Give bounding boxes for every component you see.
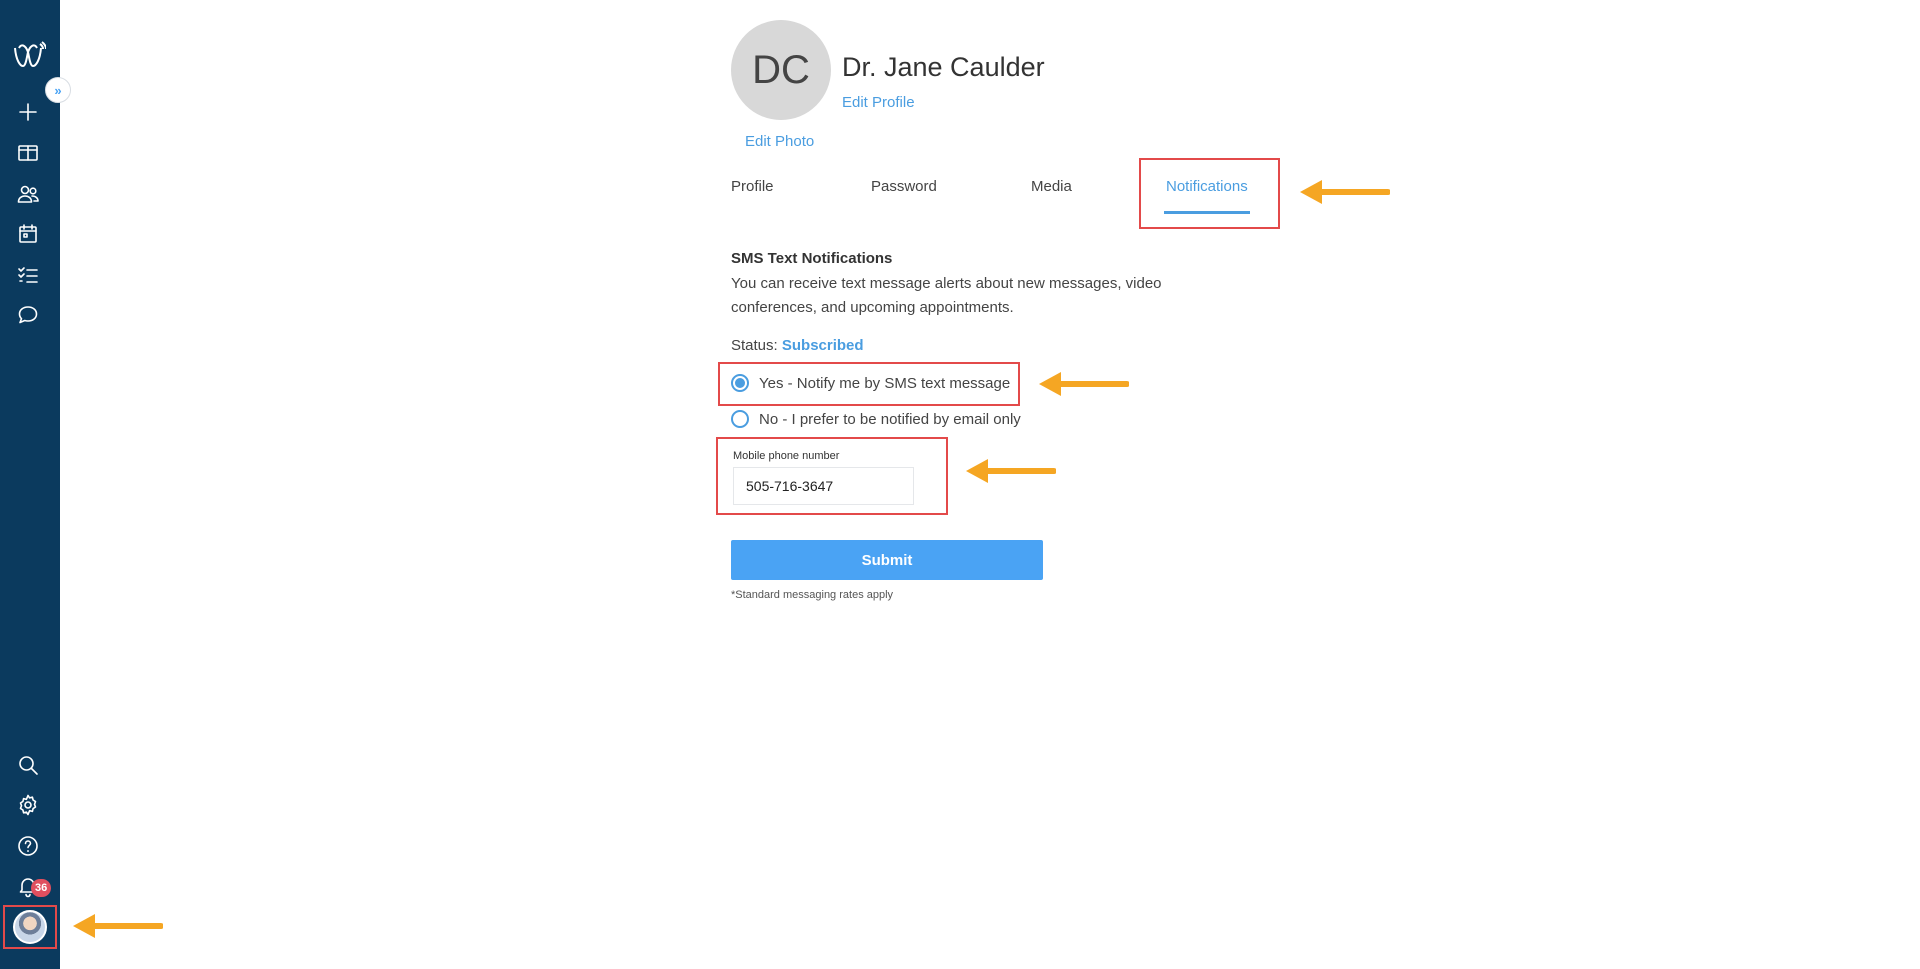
tab-password[interactable]: Password bbox=[871, 178, 937, 195]
help-icon[interactable] bbox=[12, 830, 44, 862]
yes-option-highlight bbox=[718, 362, 1020, 406]
submit-button[interactable]: Submit bbox=[731, 540, 1043, 580]
logo-icon[interactable] bbox=[10, 38, 47, 74]
sms-section-title: SMS Text Notifications bbox=[731, 250, 893, 267]
notification-count-badge: 36 bbox=[31, 879, 52, 897]
phone-field-highlight bbox=[716, 437, 948, 515]
sidebar: » 36 bbox=[0, 0, 71, 969]
sms-no-label[interactable]: No - I prefer to be notified by email on… bbox=[759, 411, 1021, 428]
arrow-yes-option-icon bbox=[1035, 371, 1129, 397]
user-avatar-highlight bbox=[3, 905, 57, 949]
expand-sidebar-button[interactable]: » bbox=[45, 77, 71, 103]
expand-chevron-icon: » bbox=[54, 82, 62, 98]
checklist-icon[interactable] bbox=[12, 259, 44, 291]
arrow-notifications-icon bbox=[1296, 179, 1390, 205]
search-icon[interactable] bbox=[12, 749, 44, 781]
sms-no-radio[interactable] bbox=[731, 410, 749, 428]
chat-icon[interactable] bbox=[12, 299, 44, 331]
profile-initials: DC bbox=[752, 47, 810, 92]
users-icon[interactable] bbox=[12, 178, 44, 210]
user-avatar[interactable] bbox=[13, 910, 47, 944]
user-name: Dr. Jane Caulder bbox=[842, 52, 1045, 82]
plus-icon[interactable] bbox=[12, 96, 44, 128]
status-label: Status: bbox=[731, 337, 778, 354]
sms-description: You can receive text message alerts abou… bbox=[731, 275, 1162, 316]
arrow-avatar-icon bbox=[69, 913, 163, 939]
arrow-phone-field-icon bbox=[962, 458, 1056, 484]
edit-profile-link[interactable]: Edit Profile bbox=[842, 94, 915, 111]
profile-avatar: DC bbox=[731, 20, 831, 120]
messaging-rates-note: *Standard messaging rates apply bbox=[731, 589, 894, 601]
tab-profile[interactable]: Profile bbox=[731, 178, 774, 195]
notifications-tab-highlight bbox=[1139, 158, 1280, 229]
calendar-icon[interactable] bbox=[12, 218, 44, 250]
columns-icon[interactable] bbox=[12, 137, 44, 169]
gear-icon[interactable] bbox=[12, 789, 44, 821]
status-value: Subscribed bbox=[781, 337, 864, 354]
edit-photo-link[interactable]: Edit Photo bbox=[745, 133, 814, 150]
sms-no-option[interactable]: No - I prefer to be notified by email on… bbox=[731, 410, 1021, 428]
sms-status: Status: Subscribed bbox=[731, 337, 864, 354]
tab-media[interactable]: Media bbox=[1031, 178, 1072, 195]
